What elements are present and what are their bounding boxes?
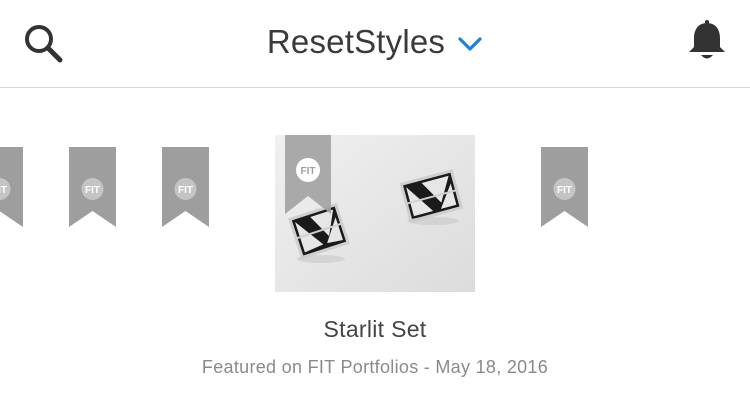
bookmark-ribbon-icon: FIT bbox=[69, 147, 116, 227]
portfolio-carousel[interactable]: FIT FIT FIT bbox=[0, 88, 750, 308]
store-selector[interactable]: ResetStyles bbox=[0, 20, 750, 64]
portfolio-ribbon[interactable]: FIT bbox=[69, 147, 116, 227]
featured-badge: FIT bbox=[285, 135, 331, 214]
portfolio-ribbon[interactable]: FIT bbox=[162, 147, 209, 227]
ribbon-label: FIT bbox=[557, 185, 572, 196]
featured-product-card[interactable]: FIT bbox=[275, 135, 475, 292]
bookmark-ribbon-icon: FIT bbox=[162, 147, 209, 227]
chevron-down-icon bbox=[458, 37, 482, 51]
ribbon-label: FIT bbox=[178, 185, 193, 196]
page-title: ResetStyles bbox=[266, 23, 446, 60]
bookmark-ribbon-icon: FIT bbox=[541, 147, 588, 227]
top-navigation-bar: ResetStyles bbox=[0, 0, 750, 88]
bell-icon bbox=[689, 20, 725, 59]
portfolio-ribbon[interactable]: FIT bbox=[0, 147, 23, 227]
bookmark-ribbon-icon: FIT bbox=[285, 135, 331, 214]
ribbon-label: FIT bbox=[0, 185, 7, 196]
portfolio-ribbon[interactable]: FIT bbox=[541, 147, 588, 227]
badge-label: FIT bbox=[301, 166, 316, 177]
bookmark-ribbon-icon: FIT bbox=[0, 147, 23, 227]
ribbon-label: FIT bbox=[85, 185, 100, 196]
product-featured-meta: Featured on FIT Portfolios - May 18, 201… bbox=[201, 357, 549, 377]
product-title[interactable]: Starlit Set bbox=[0, 316, 750, 343]
notifications-button[interactable] bbox=[684, 18, 730, 64]
